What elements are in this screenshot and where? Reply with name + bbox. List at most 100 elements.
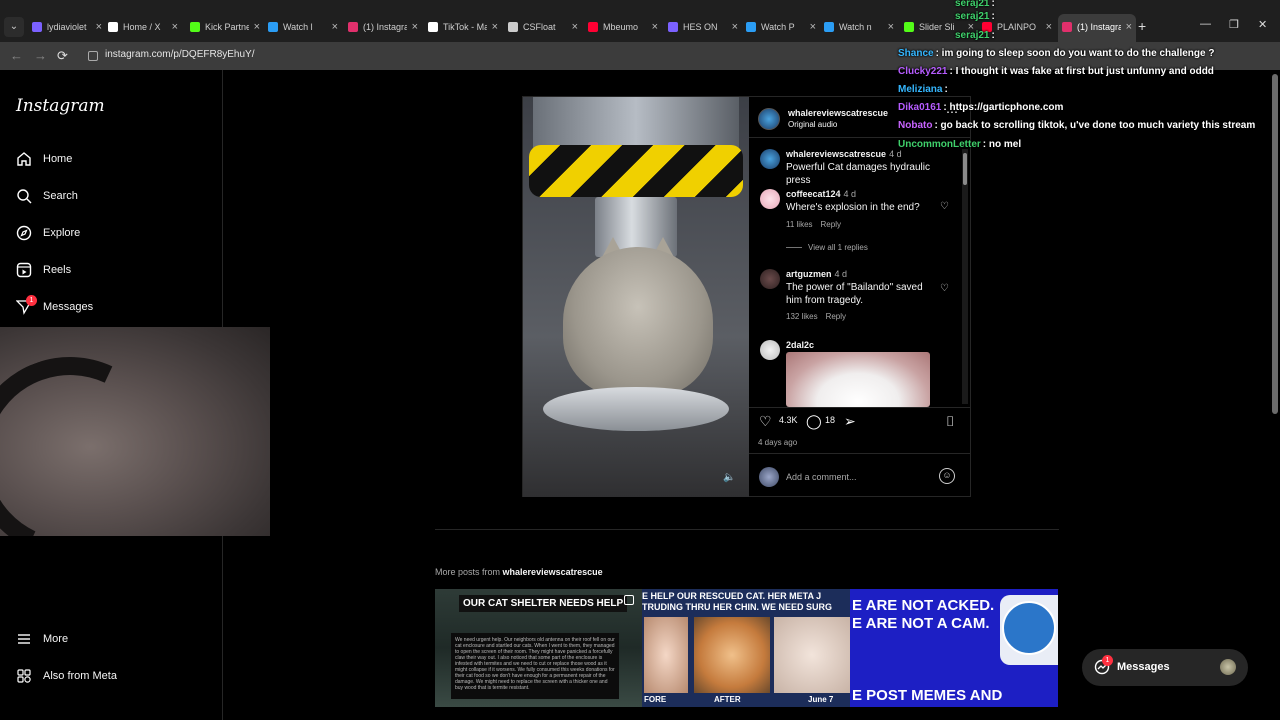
- messages-pill[interactable]: 1 Messages: [1082, 649, 1248, 686]
- comment-text: The power of "Bailando" saved him from t…: [786, 282, 923, 306]
- chat-message: seraj21:: [955, 0, 995, 9]
- more-posts-label: More posts from whalereviewscatrescue: [435, 567, 603, 577]
- chat-text: : go back to scrolling tiktok, u've done…: [934, 120, 1256, 131]
- cat-photo: [644, 617, 688, 693]
- like-count[interactable]: 4.3K: [779, 415, 798, 425]
- nav-messages[interactable]: 1 Messages: [16, 295, 206, 320]
- chat-message: Shance: im going to sleep soon do you wa…: [898, 48, 1214, 59]
- chat-text: : im going to sleep soon do you want to …: [935, 48, 1215, 59]
- messages-badge: 1: [26, 295, 37, 306]
- comment-avatar[interactable]: [760, 340, 780, 360]
- more-post-thumb[interactable]: OUR CAT SHELTER NEEDS HELP We need urgen…: [435, 589, 642, 707]
- webcam-overlay: [0, 327, 270, 536]
- like-icon[interactable]: ♡: [759, 413, 772, 430]
- comment-avatar[interactable]: [760, 269, 780, 289]
- nav-reels[interactable]: Reels: [16, 259, 206, 283]
- comment-user[interactable]: coffeecat124 4 d: [786, 189, 856, 199]
- more-posts-user[interactable]: whalereviewscatrescue: [503, 567, 603, 577]
- screen: ⌄ lydiaviolet×Home / X×Kick Partner×Watc…: [0, 0, 1280, 720]
- reply-button[interactable]: Reply: [826, 312, 846, 321]
- hamburger-icon: [18, 634, 30, 644]
- reply-button[interactable]: Reply: [821, 220, 841, 229]
- chat-username[interactable]: seraj21: [955, 11, 989, 22]
- chat-text: : no mel: [982, 139, 1022, 150]
- avatar: [1220, 659, 1236, 675]
- chat-message: Nobato: go back to scrolling tiktok, u'v…: [898, 120, 1255, 131]
- comment-count: 18: [825, 415, 836, 425]
- stream-chat-overlay: seraj21: seraj21: seraj21: Shance: im going…: [0, 0, 1280, 160]
- nav-more-label: More: [43, 633, 69, 645]
- more-post-thumb[interactable]: E ARE NOT ACKED. E ARE NOT A CAM. E POST…: [850, 589, 1058, 707]
- nav-search-label: Search: [43, 190, 78, 202]
- comment-likes[interactable]: 11 likes: [786, 220, 813, 229]
- nav-also-from-meta-label: Also from Meta: [43, 670, 117, 682]
- headphone-strap: [0, 328, 199, 536]
- caption-text: Powerful Cat damages hydraulic press: [786, 162, 930, 186]
- emoji-icon[interactable]: ☺: [939, 468, 955, 484]
- like-comment-icon[interactable]: ♡: [940, 201, 949, 212]
- chat-message: Clucky221: I thought it was fake at firs…: [898, 66, 1214, 77]
- add-comment-input[interactable]: [786, 467, 936, 487]
- chat-username[interactable]: seraj21: [955, 0, 989, 9]
- reel-icon: [624, 595, 634, 605]
- meta-icon: [17, 669, 31, 683]
- bookmark-icon[interactable]: ⌷: [946, 413, 954, 430]
- chat-message: UncommonLetter: no mel: [898, 139, 1021, 150]
- before-label: FORE: [644, 695, 667, 704]
- comments-scrollbar[interactable]: [962, 149, 968, 404]
- more-post-thumb[interactable]: E HELP OUR RESCUED CAT. HER META J TRUDIN…: [642, 589, 850, 707]
- chat-username[interactable]: Nobato: [898, 120, 932, 131]
- chat-text: : https://garticphone.com: [943, 102, 1064, 113]
- cat: [563, 247, 713, 397]
- nav-search[interactable]: Search: [16, 185, 206, 209]
- date-label: June 7: [808, 695, 834, 704]
- chat-username[interactable]: Clucky221: [898, 66, 947, 77]
- comment-icon[interactable]: ◯: [806, 413, 822, 430]
- chat-username[interactable]: seraj21: [955, 30, 989, 41]
- more-posts-divider: [435, 529, 1059, 530]
- like-comment-icon[interactable]: ♡: [940, 283, 949, 294]
- compass-icon: [16, 225, 32, 241]
- sound-icon[interactable]: 🔈: [723, 472, 735, 483]
- comment-user[interactable]: 2dal2c: [786, 340, 814, 350]
- thumb-heading: E HELP OUR RESCUED CAT. HER META J TRUDIN…: [642, 591, 833, 612]
- chat-username[interactable]: Dika0161: [898, 102, 941, 113]
- thumb-heading: OUR CAT SHELTER NEEDS HELP: [459, 595, 628, 612]
- nav-more[interactable]: More: [16, 628, 206, 652]
- chat-text: : I thought it was fake at first but jus…: [949, 66, 1214, 77]
- comment-user[interactable]: artguzmen 4 d: [786, 269, 847, 279]
- chat-username[interactable]: UncommonLetter: [898, 139, 981, 150]
- chat-text: :: [944, 84, 948, 95]
- view-replies-button[interactable]: View all 1 replies: [786, 243, 868, 252]
- nav-explore[interactable]: Explore: [16, 222, 206, 246]
- my-avatar: [759, 467, 779, 487]
- after-label: AFTER: [714, 695, 741, 704]
- chat-message: Meliziana:: [898, 84, 948, 95]
- chat-text: :: [991, 11, 995, 22]
- chat-text: :: [991, 0, 995, 9]
- cat-photo: [694, 617, 770, 693]
- chat-username[interactable]: Meliziana: [898, 84, 942, 95]
- press-plate: [543, 387, 729, 431]
- messages-pill-badge: 1: [1102, 655, 1113, 666]
- nav-also-from-meta[interactable]: Also from Meta: [16, 665, 206, 689]
- search-icon: [17, 189, 32, 204]
- comment-likes[interactable]: 132 likes: [786, 312, 818, 321]
- chat-message: seraj21:: [955, 11, 995, 22]
- share-icon[interactable]: ➢: [844, 413, 856, 430]
- reels-icon: [16, 262, 32, 278]
- thumb-heading: E ARE NOT ACKED. E ARE NOT A CAM.: [852, 597, 995, 632]
- chat-text: :: [991, 30, 995, 41]
- chat-message: Dika0161: https://garticphone.com: [898, 102, 1063, 113]
- post-time: 4 days ago: [758, 438, 798, 447]
- comment-text: Where's explosion in the end?: [786, 202, 920, 213]
- comment-image[interactable]: [786, 352, 930, 407]
- comment-input-divider: [749, 453, 971, 454]
- nav-reels-label: Reels: [43, 264, 72, 276]
- nav-explore-label: Explore: [43, 227, 81, 239]
- chat-username[interactable]: Shance: [898, 48, 934, 59]
- comment-avatar[interactable]: [760, 189, 780, 209]
- thumb-body: We need urgent help. Our neighbors old a…: [451, 633, 619, 699]
- chat-message: seraj21:: [955, 30, 995, 41]
- comment-meta: 11 likes Reply: [786, 220, 849, 229]
